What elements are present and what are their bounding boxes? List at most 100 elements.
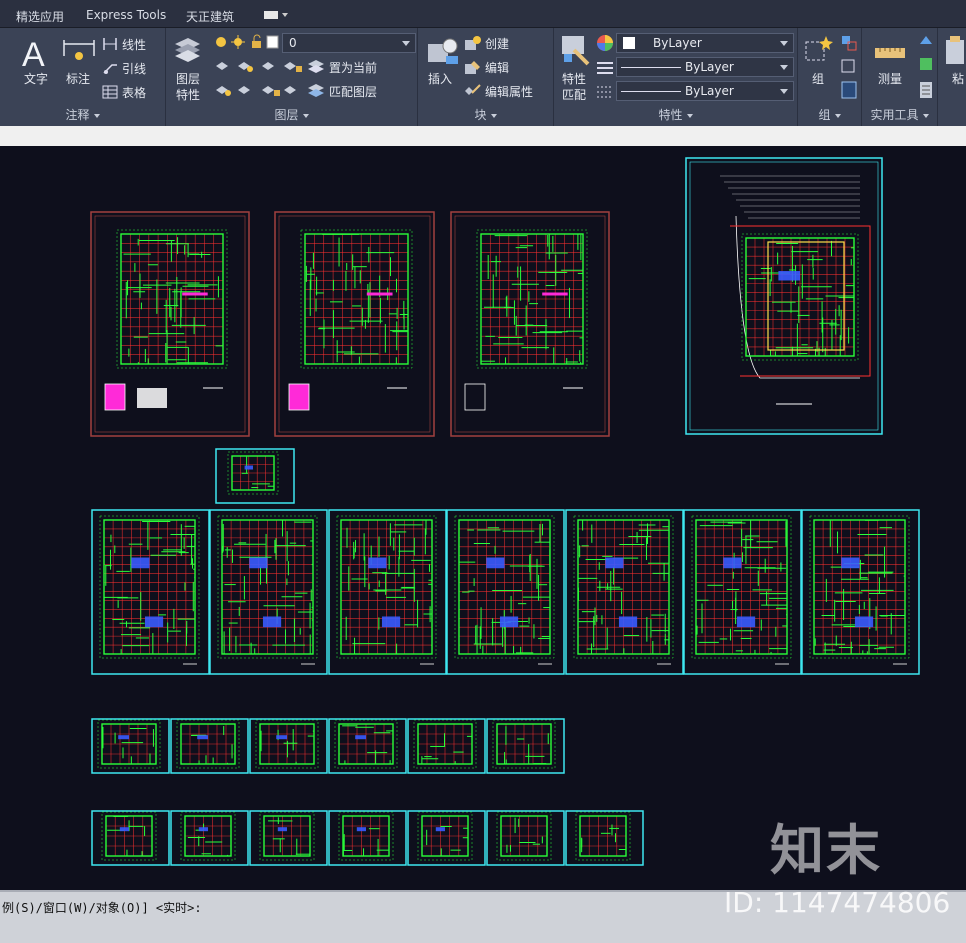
lineweight-dropdown[interactable]: ByLayer bbox=[616, 81, 794, 101]
set-current-button[interactable]: 置为当前 bbox=[329, 59, 377, 76]
sheet-roof-5 bbox=[407, 810, 486, 866]
match-properties-label-1[interactable]: 特性 bbox=[562, 70, 586, 87]
autocad-window: 精选应用 Express Tools 天正建筑 A 文字 标注 线性 引线 表格… bbox=[0, 0, 966, 943]
sheet-roof-7 bbox=[565, 810, 644, 866]
panel-title-layers[interactable]: 图层 bbox=[166, 106, 417, 124]
sheet-typical-5 bbox=[407, 718, 486, 774]
lineweight-preview bbox=[621, 91, 681, 92]
svg-text:A: A bbox=[22, 36, 45, 72]
leader-button[interactable]: 引线 bbox=[122, 60, 146, 77]
color-swatch bbox=[623, 37, 635, 49]
match-properties-label-2[interactable]: 匹配 bbox=[562, 86, 586, 103]
linear-dim-icon bbox=[102, 36, 118, 50]
set-current-icon bbox=[306, 58, 326, 74]
sheet-roof-4 bbox=[328, 810, 407, 866]
tab-featured-apps[interactable]: 精选应用 bbox=[10, 6, 70, 26]
floor-plan bbox=[492, 719, 556, 769]
floor-plan bbox=[101, 811, 157, 861]
watermark-id: ID: 1147474806 bbox=[724, 886, 951, 919]
edit-block-icon bbox=[464, 59, 482, 75]
title-block bbox=[137, 388, 167, 408]
group-label[interactable]: 组 bbox=[812, 70, 824, 87]
legend-block bbox=[464, 383, 486, 411]
layer-properties-label-1[interactable]: 图层 bbox=[176, 70, 200, 87]
panel-utilities: 测量 实用工具 bbox=[862, 28, 938, 126]
ribbon: A 文字 标注 线性 引线 表格 注释 图层 特性 0 置为当前 匹配图层 图层… bbox=[0, 28, 966, 126]
floor-plan bbox=[413, 719, 477, 769]
edit-attribute-button[interactable]: 编辑属性 bbox=[485, 83, 533, 100]
legend-block bbox=[104, 383, 126, 411]
lineweight-icon bbox=[596, 84, 614, 100]
layer-properties-label-2[interactable]: 特性 bbox=[176, 86, 200, 103]
sheet-floor-6 bbox=[683, 509, 802, 675]
linetype-preview bbox=[621, 67, 681, 68]
sheet-roof-6 bbox=[486, 810, 565, 866]
floor-plan bbox=[300, 229, 413, 369]
dimension-icon[interactable] bbox=[62, 36, 96, 66]
table-icon bbox=[102, 84, 118, 99]
panel-title-block[interactable]: 块 bbox=[418, 106, 553, 124]
text-tool-icon[interactable]: A bbox=[16, 34, 56, 74]
insert-block-label[interactable]: 插入 bbox=[428, 70, 452, 87]
measure-icon[interactable] bbox=[874, 42, 906, 64]
panel-clipboard: 粘 bbox=[938, 28, 966, 126]
sheet-typical-6 bbox=[486, 718, 565, 774]
dimension-label[interactable]: 标注 bbox=[66, 70, 90, 87]
panel-title-properties[interactable]: 特性 bbox=[554, 106, 797, 124]
text-tool-label[interactable]: 文字 bbox=[24, 70, 48, 87]
table-button[interactable]: 表格 bbox=[122, 84, 146, 101]
floor-plan bbox=[99, 515, 200, 659]
sheet-small bbox=[215, 448, 295, 504]
insert-block-icon[interactable] bbox=[426, 34, 460, 66]
floor-plan bbox=[217, 515, 318, 659]
chevron-down-icon bbox=[780, 65, 788, 70]
command-prompt-text: 例(S)/窗口(W)/对象(O)] <实时>: bbox=[2, 901, 202, 915]
edit-block-button[interactable]: 编辑 bbox=[485, 59, 509, 76]
chevron-down-icon bbox=[282, 13, 288, 17]
group-icon[interactable] bbox=[802, 34, 834, 66]
ribbon-separator bbox=[0, 126, 966, 146]
floor-plan bbox=[338, 811, 394, 861]
linetype-icon bbox=[596, 60, 614, 76]
color-wheel-icon bbox=[596, 34, 614, 52]
match-layer-button[interactable]: 匹配图层 bbox=[329, 83, 377, 100]
match-layer-icon bbox=[306, 82, 326, 98]
cad-drawing bbox=[90, 157, 920, 866]
paste-label[interactable]: 粘 bbox=[952, 70, 964, 87]
linetype-dropdown[interactable]: ByLayer bbox=[616, 57, 794, 77]
paste-icon[interactable] bbox=[944, 34, 966, 66]
chevron-down-icon bbox=[780, 89, 788, 94]
floor-plan bbox=[476, 229, 588, 369]
sheet-typical-1 bbox=[91, 718, 170, 774]
layer-state-icons bbox=[214, 34, 280, 50]
panel-title-group[interactable]: 组 bbox=[798, 106, 861, 124]
group-tools-icons[interactable] bbox=[840, 34, 858, 104]
floor-plan bbox=[334, 719, 398, 769]
measure-label[interactable]: 测量 bbox=[878, 70, 902, 87]
layer-dropdown[interactable]: 0 bbox=[282, 33, 416, 53]
panel-toggle-icon bbox=[264, 11, 278, 19]
layer-tools-row-1[interactable] bbox=[214, 58, 304, 74]
sheet-typical-2 bbox=[170, 718, 249, 774]
leader-icon bbox=[102, 60, 118, 74]
panel-title-annotation[interactable]: 注释 bbox=[0, 106, 165, 124]
panel-title-utilities[interactable]: 实用工具 bbox=[862, 106, 937, 124]
utilities-tools-icons[interactable] bbox=[918, 34, 934, 104]
sheet-floor-2 bbox=[209, 509, 328, 675]
drawing-canvas[interactable] bbox=[0, 146, 966, 890]
floor-plan bbox=[454, 515, 555, 659]
tab-express-tools[interactable]: Express Tools bbox=[80, 6, 172, 26]
layer-tools-row-2[interactable] bbox=[214, 82, 304, 98]
floor-plan bbox=[691, 515, 792, 659]
linear-dim-button[interactable]: 线性 bbox=[122, 36, 146, 53]
create-block-button[interactable]: 创建 bbox=[485, 35, 509, 52]
layer-properties-icon[interactable] bbox=[172, 32, 202, 66]
chevron-down-icon bbox=[402, 41, 410, 46]
color-dropdown[interactable]: ByLayer bbox=[616, 33, 794, 53]
match-properties-icon[interactable] bbox=[560, 34, 594, 66]
panel-layers: 图层 特性 0 置为当前 匹配图层 图层 bbox=[166, 28, 418, 126]
tab-overflow-menu[interactable] bbox=[258, 8, 292, 22]
floor-plan bbox=[417, 811, 473, 861]
tab-tangent-architecture[interactable]: 天正建筑 bbox=[180, 6, 240, 26]
panel-group: 组 组 bbox=[798, 28, 862, 126]
